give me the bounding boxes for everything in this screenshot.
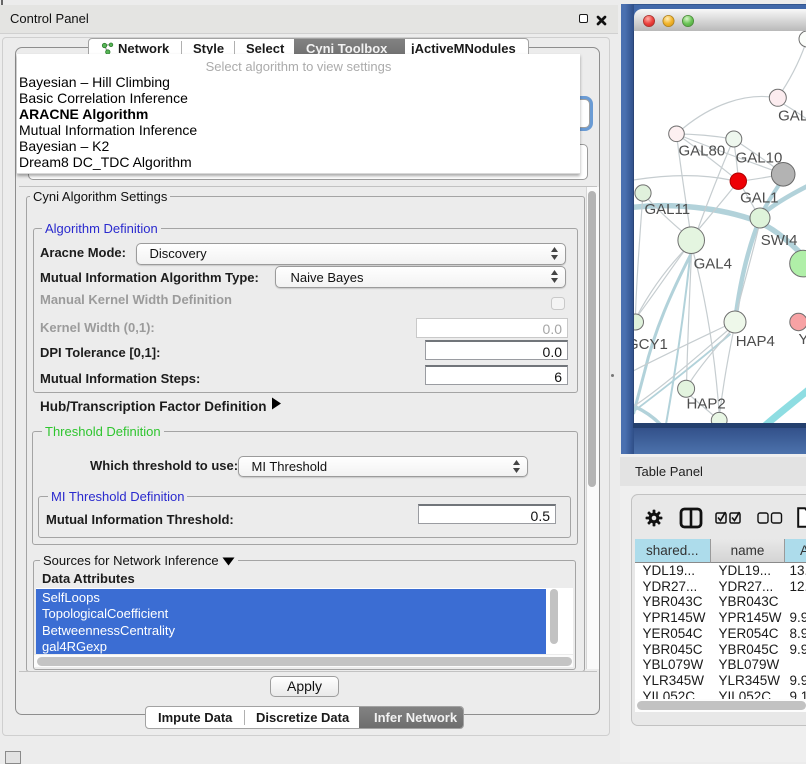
svg-text:GAL7: GAL7 [778,108,805,125]
svg-text:GAL1: GAL1 [740,189,778,206]
svg-text:HAP2: HAP2 [687,395,726,412]
svg-text:GCY1: GCY1 [634,336,668,353]
svg-text:GAL11: GAL11 [645,201,691,218]
svg-text:HAP4: HAP4 [736,333,775,350]
svg-text:YM: YM [799,331,806,348]
svg-text:GAL10: GAL10 [736,150,783,167]
svg-text:GAL4: GAL4 [694,255,732,272]
svg-text:GAL80: GAL80 [679,142,726,159]
svg-text:SWI4: SWI4 [761,232,798,249]
